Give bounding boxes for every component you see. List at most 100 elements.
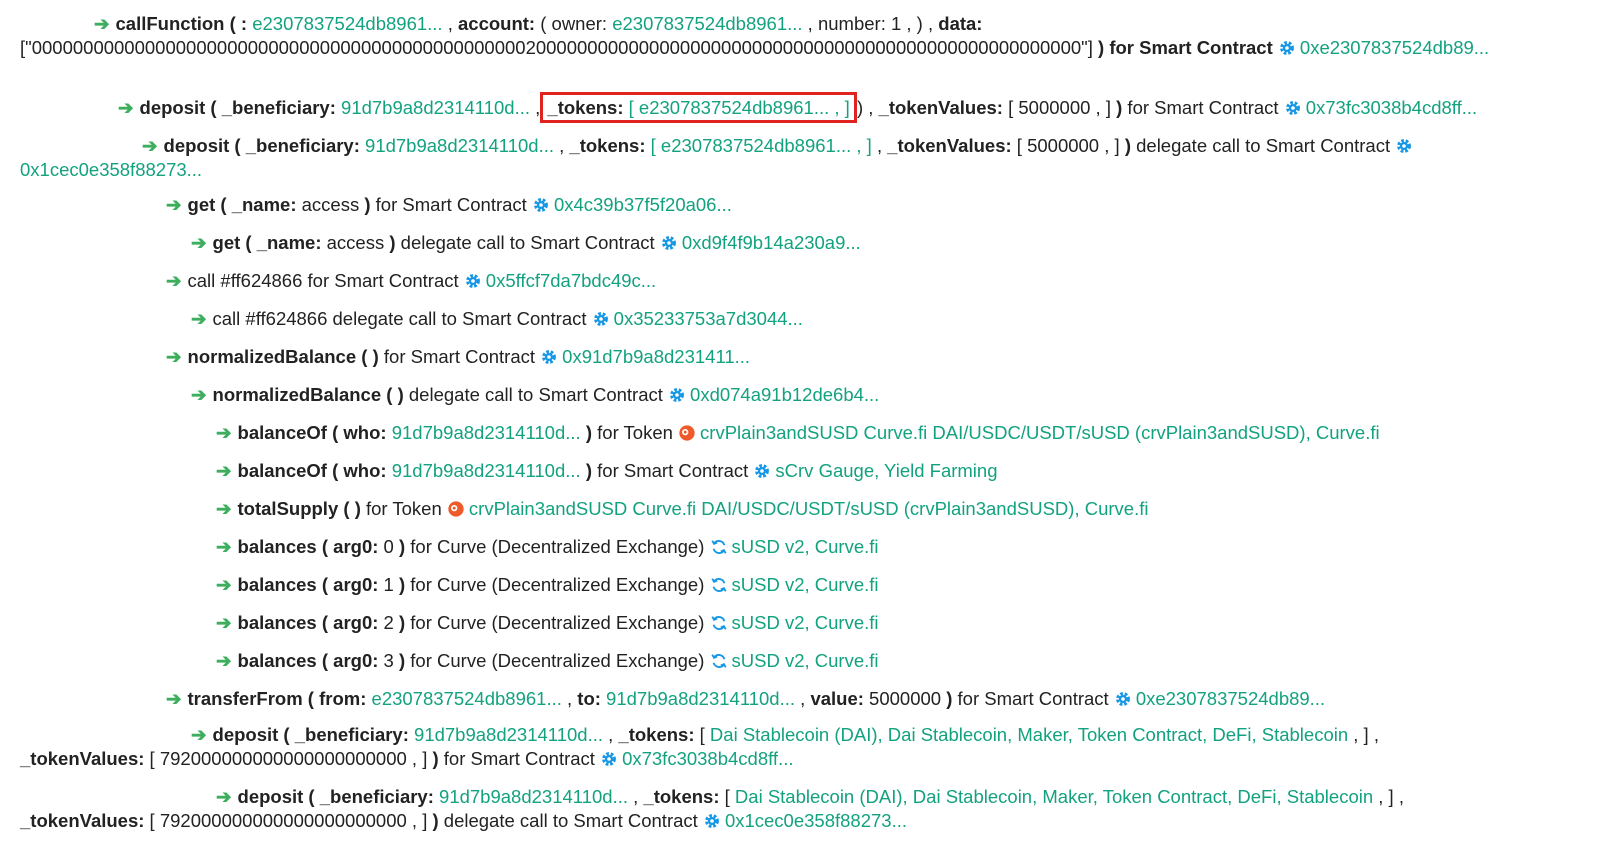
trace-row-get-delegate: ➔ get ( _name: access ) delegate call to … (20, 231, 1586, 255)
gear-icon (1395, 137, 1413, 155)
contract-address-link[interactable]: 0x73fc3038b4cd8ff... (1306, 97, 1477, 118)
gear-icon (1278, 39, 1296, 57)
function-name: callFunction (115, 13, 225, 34)
param-key: _tokenValues: (20, 748, 145, 769)
separator: , (561, 688, 578, 709)
function-name: balances (237, 650, 317, 671)
contract-address-link[interactable]: 0xd074a91b12de6b4... (690, 384, 879, 405)
paren-open: ( (224, 13, 241, 34)
target-label: delegate call to Smart Contract (1130, 135, 1396, 156)
target-label: for Smart Contract (370, 194, 532, 215)
address-link[interactable]: 91d7b9a8d2314110d... (601, 688, 795, 709)
arrow-right-icon: ➔ (118, 97, 134, 118)
call-label: call #ff624866 for Smart Contract (187, 270, 464, 291)
arrow-right-icon: ➔ (216, 536, 232, 557)
separator: , (554, 135, 570, 156)
param-value: 3 (378, 650, 399, 671)
paren-empty: ( ) (338, 498, 361, 519)
tokens-value-link[interactable]: [ e2307837524db8961... , ] (646, 135, 872, 156)
param-value: 5000000 (863, 688, 947, 709)
contract-address-link[interactable]: 0xd9f4f9b14a230a9... (682, 232, 861, 253)
param-key: value: (810, 688, 864, 709)
address-link[interactable]: e2307837524db8961... (612, 13, 802, 34)
tokens-value-link[interactable]: [ e2307837524db8961... , ] (624, 97, 850, 118)
param-key: arg0: (333, 612, 379, 633)
highlight-box: _tokens: [ e2307837524db8961... , ] (540, 92, 857, 123)
trace-row-deposit-dai: ➔ deposit ( _beneficiary: 91d7b9a8d231411… (20, 723, 1586, 771)
token-link[interactable]: Dai Stablecoin (DAI), Dai Stablecoin, Ma… (735, 786, 1373, 807)
token-link[interactable]: crvPlain3andSUSD Curve.fi DAI/USDC/USDT/… (700, 422, 1380, 443)
param-key: _name: (231, 194, 297, 215)
contract-address-link[interactable]: 0x1cec0e358f88273... (725, 810, 907, 831)
refresh-icon (710, 614, 728, 632)
target-label: for Smart Contract (592, 460, 754, 481)
trace-row-balanceof-contract: ➔ balanceOf ( who: 91d7b9a8d2314110d... )… (20, 459, 1586, 483)
trace-row-balances-3: ➔ balances ( arg0: 3 ) for Curve (Decentr… (20, 649, 1586, 673)
arrow-right-icon: ➔ (216, 612, 232, 633)
param-value: access (296, 194, 365, 215)
target-label: for Curve (Decentralized Exchange) (405, 650, 710, 671)
separator: , (871, 135, 888, 156)
param-value: 2 (378, 612, 399, 633)
target-label: for Curve (Decentralized Exchange) (405, 612, 710, 633)
token-link[interactable]: Dai Stablecoin (DAI), Dai Stablecoin, Ma… (710, 724, 1348, 745)
address-link[interactable]: e2307837524db8961... (247, 13, 442, 34)
address-link[interactable]: 91d7b9a8d2314110d... (434, 786, 628, 807)
address-link[interactable]: 91d7b9a8d2314110d... (387, 460, 586, 481)
target-label: for Smart Contract (438, 748, 601, 769)
contract-address-link[interactable]: 0x73fc3038b4cd8ff... (622, 748, 793, 769)
address-link[interactable]: e2307837524db8961... (366, 688, 562, 709)
paren-open: ( (316, 574, 334, 595)
paren-open: ( (229, 135, 246, 156)
param-key: _beneficiary: (294, 724, 409, 745)
arrow-right-icon: ➔ (216, 574, 232, 595)
contract-address-link[interactable]: 0x35233753a7d3044... (614, 308, 803, 329)
param-value: [ 5000000 , ] (1011, 135, 1125, 156)
param-key: _tokens: (569, 135, 646, 156)
gear-icon (668, 386, 686, 404)
address-link[interactable]: 91d7b9a8d2314110d... (336, 97, 530, 118)
address-link[interactable]: 91d7b9a8d2314110d... (360, 135, 554, 156)
function-name: get (212, 232, 241, 253)
refresh-icon (710, 652, 728, 670)
param-value: 0 (378, 536, 399, 557)
arrow-right-icon: ➔ (216, 786, 232, 807)
arrow-right-icon: ➔ (191, 724, 207, 745)
param-key: _beneficiary: (221, 97, 336, 118)
contract-address-link[interactable]: 0x91d7b9a8d231411... (562, 346, 750, 367)
param-key: from: (319, 688, 367, 709)
contract-address-link[interactable]: 0xe2307837524db89... (1300, 37, 1489, 58)
function-name: deposit (139, 97, 206, 118)
contract-address-link[interactable]: 0x4c39b37f5f20a06... (554, 194, 732, 215)
dex-link[interactable]: sUSD v2, Curve.fi (732, 536, 879, 557)
param-key: _beneficiary: (245, 135, 360, 156)
param-key: _beneficiary: (319, 786, 434, 807)
target-label: for Curve (Decentralized Exchange) (405, 536, 710, 557)
param-key: _tokens: (618, 724, 695, 745)
gear-icon (540, 348, 558, 366)
separator: , (442, 13, 458, 34)
contract-link[interactable]: sCrv Gauge, Yield Farming (775, 460, 997, 481)
trace-row-deposit-dai-delegate: ➔ deposit ( _beneficiary: 91d7b9a8d231411… (20, 785, 1586, 833)
token-link[interactable]: crvPlain3andSUSD Curve.fi DAI/USDC/USDT/… (469, 498, 1149, 519)
contract-address-link[interactable]: 0x5ffcf7da7bdc49c... (486, 270, 656, 291)
dex-link[interactable]: sUSD v2, Curve.fi (732, 574, 879, 595)
param-key: _tokenValues: (20, 810, 145, 831)
function-name: totalSupply (237, 498, 339, 519)
paren-open: ( (215, 194, 232, 215)
target-label: for Smart Contract (378, 346, 541, 367)
paren-open: ( (316, 650, 334, 671)
bracket-close: , ] , (1373, 786, 1404, 807)
gear-icon (660, 234, 678, 252)
dex-link[interactable]: sUSD v2, Curve.fi (732, 650, 879, 671)
arrow-right-icon: ➔ (191, 232, 207, 253)
refresh-icon (710, 538, 728, 556)
contract-address-link[interactable]: 0x1cec0e358f88273... (20, 159, 202, 180)
function-name: balances (237, 574, 317, 595)
address-link[interactable]: 91d7b9a8d2314110d... (409, 724, 603, 745)
contract-address-link[interactable]: 0xe2307837524db89... (1136, 688, 1325, 709)
paren-open: ( (302, 688, 320, 709)
address-link[interactable]: 91d7b9a8d2314110d... (387, 422, 586, 443)
target-label: delegate call to Smart Contract (395, 232, 660, 253)
dex-link[interactable]: sUSD v2, Curve.fi (732, 612, 879, 633)
